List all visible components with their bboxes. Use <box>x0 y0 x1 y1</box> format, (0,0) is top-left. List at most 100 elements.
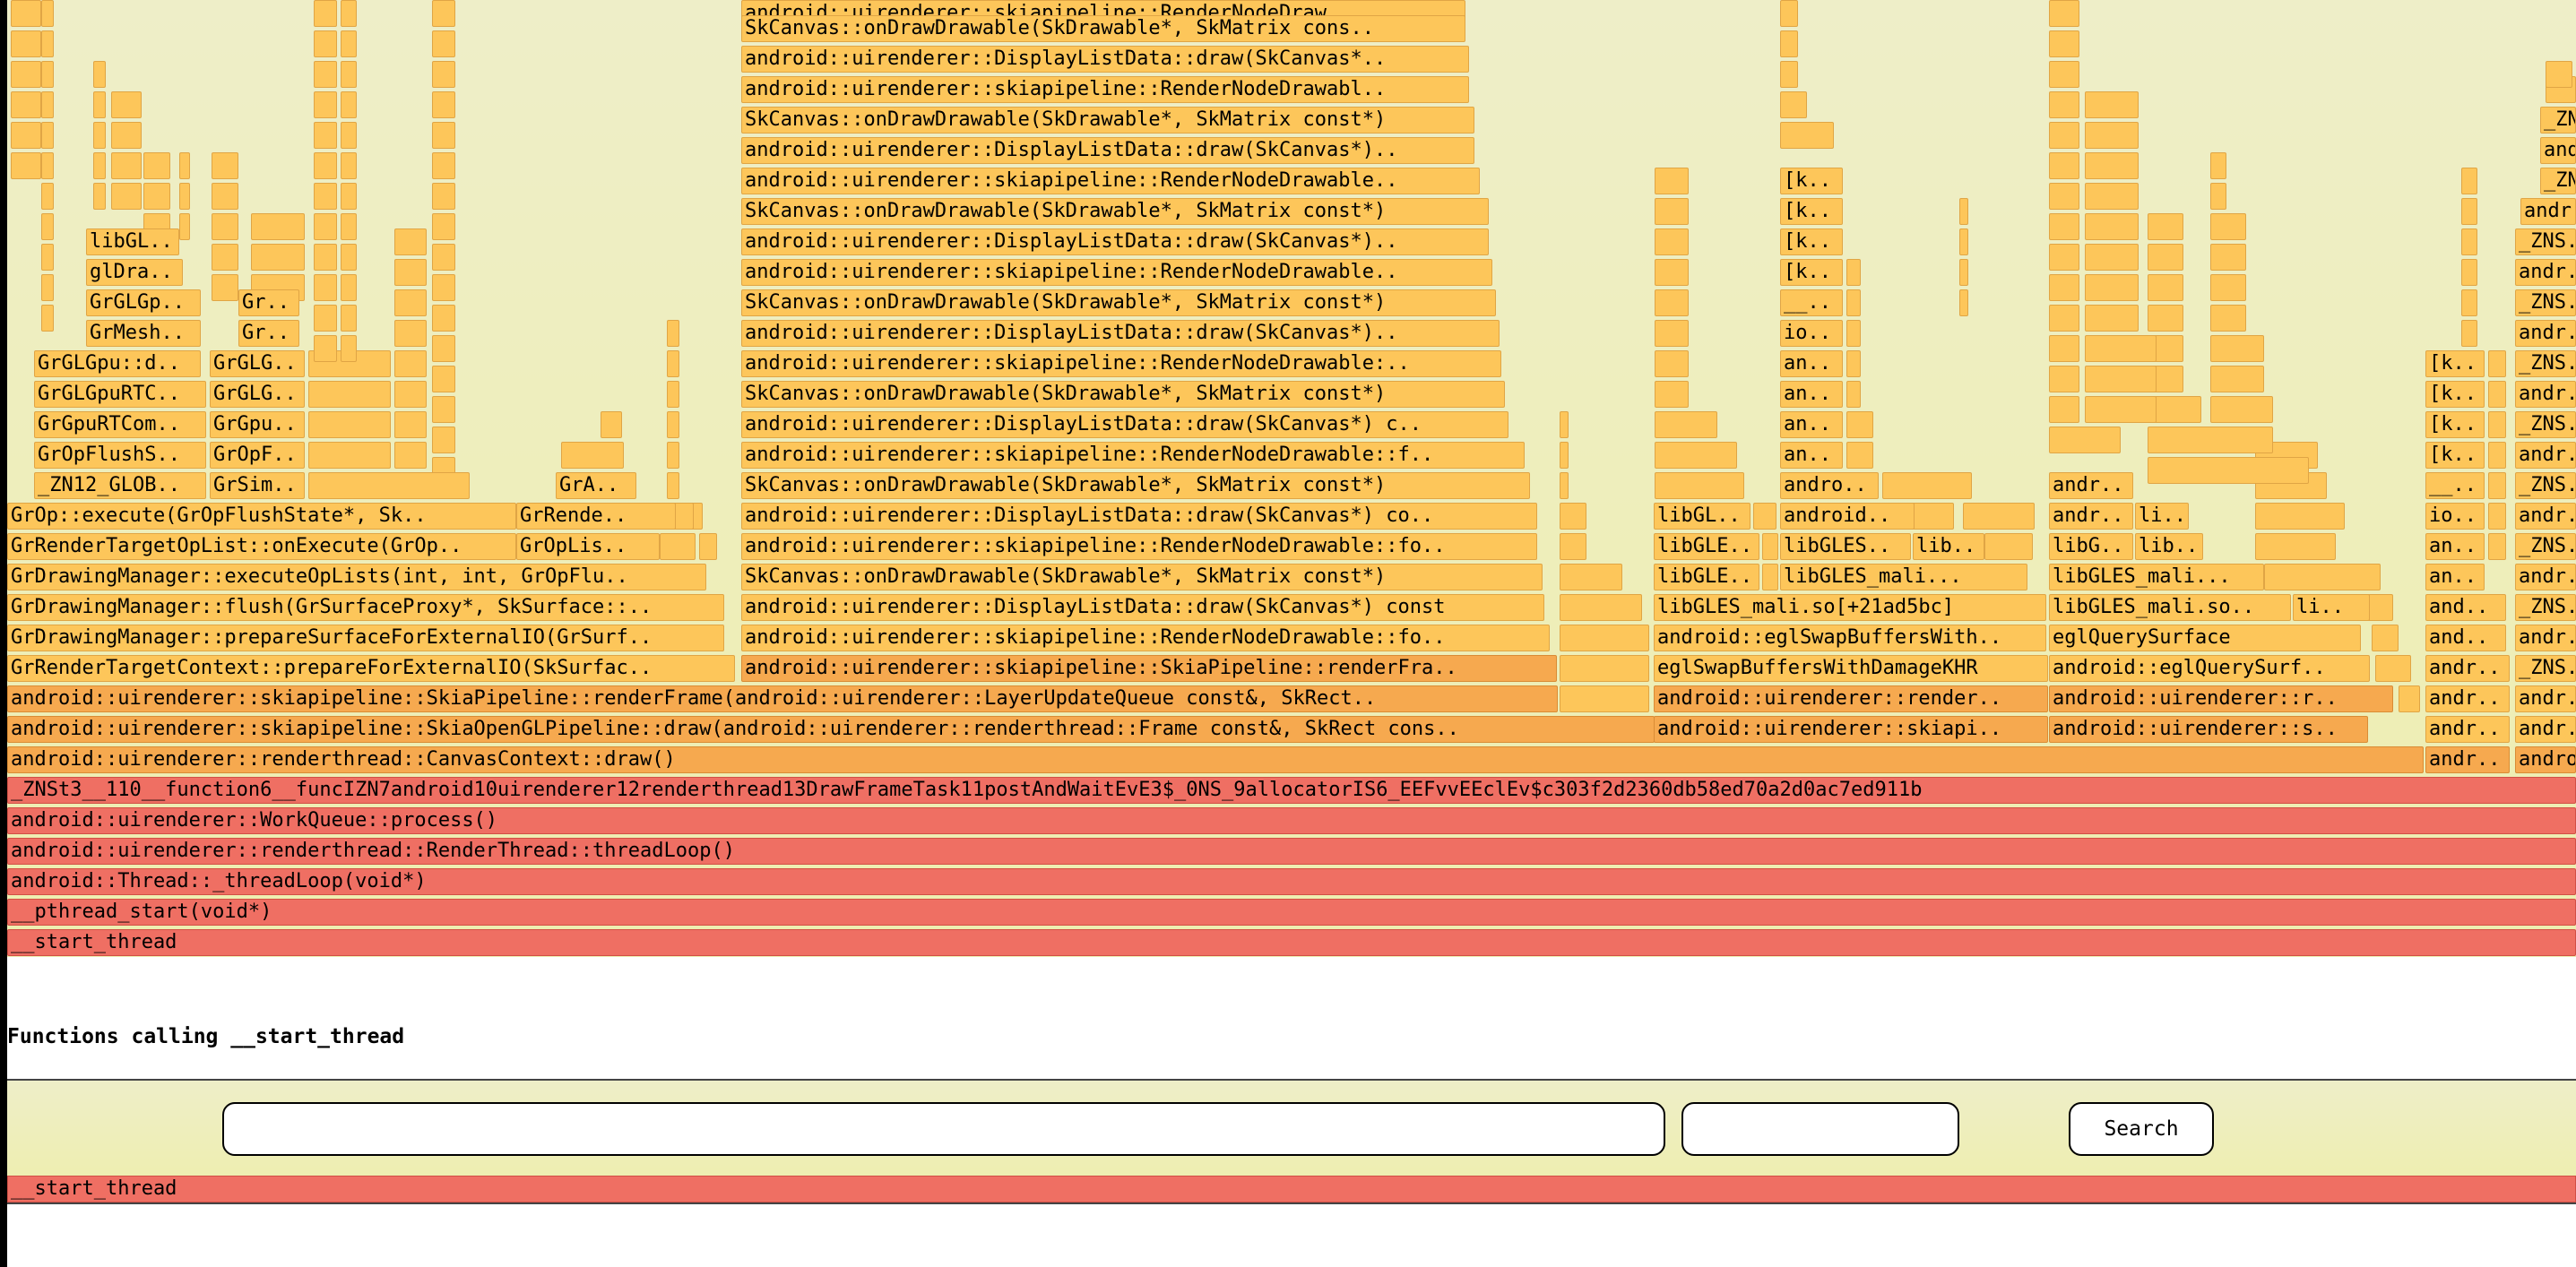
flame-frame[interactable]: andr.. <box>2425 685 2510 712</box>
flame-frame[interactable]: andr.. <box>2515 503 2576 530</box>
flame-frame[interactable]: [k.. <box>1780 228 1843 255</box>
flame-frame[interactable]: li.. <box>2135 503 2189 530</box>
flame-frame[interactable] <box>432 396 455 423</box>
flame-frame[interactable]: Gr.. <box>238 289 299 316</box>
flame-frame[interactable]: andr.. <box>2049 472 2133 499</box>
flame-frame[interactable]: android::uirenderer::skiapipeline::Rende… <box>741 168 1480 194</box>
flame-frame[interactable]: an.. <box>1780 442 1843 469</box>
flame-frame[interactable] <box>1560 503 1586 530</box>
flame-frame[interactable] <box>432 335 455 362</box>
flame-frame[interactable]: android::eglQuerySurf.. <box>2049 655 2370 682</box>
flame-frame[interactable] <box>93 91 106 118</box>
flame-frame[interactable]: _ZN.. <box>2540 107 2576 134</box>
flame-frame[interactable] <box>314 0 337 27</box>
flame-frame[interactable] <box>212 274 238 301</box>
flame-frame[interactable]: _ZNS.. <box>2515 594 2576 621</box>
flame-frame[interactable] <box>1959 198 1968 225</box>
flame-frame[interactable] <box>1846 411 1873 438</box>
flame-frame[interactable] <box>2210 183 2226 210</box>
flame-frame[interactable]: glDra.. <box>86 259 183 286</box>
flame-frame[interactable] <box>1846 259 1861 286</box>
flame-frame[interactable] <box>432 122 455 149</box>
flame-frame[interactable] <box>1560 625 1649 651</box>
flame-frame[interactable] <box>41 30 54 57</box>
flame-frame[interactable] <box>2085 122 2139 149</box>
flame-frame[interactable]: SkCanvas::onDrawDrawable(SkDrawable*, Sk… <box>741 289 1496 316</box>
flame-frame[interactable] <box>11 152 41 179</box>
flame-frame[interactable]: [k.. <box>2425 411 2485 438</box>
flame-frame[interactable]: and.. <box>2540 137 2576 164</box>
flame-frame[interactable] <box>2085 366 2157 392</box>
flame-frame[interactable] <box>2148 274 2183 301</box>
flame-frame[interactable]: __.. <box>2425 472 2485 499</box>
flame-frame[interactable] <box>2085 213 2139 240</box>
flame-frame[interactable] <box>432 152 455 179</box>
flame-frame[interactable] <box>41 152 54 179</box>
flame-frame[interactable] <box>93 152 106 179</box>
flame-frame[interactable] <box>314 213 337 240</box>
flame-frame[interactable] <box>1560 594 1642 621</box>
flame-frame[interactable] <box>111 91 142 118</box>
flame-frame[interactable] <box>1846 442 1873 469</box>
flame-frame[interactable] <box>314 91 337 118</box>
flame-frame[interactable] <box>179 213 190 240</box>
flame-frame[interactable] <box>2461 320 2477 347</box>
flame-frame[interactable]: GrGLGpu::d.. <box>34 350 201 377</box>
flame-frame[interactable] <box>1762 564 1778 590</box>
flame-frame[interactable]: android::uirenderer::skiapipeline::Rende… <box>741 533 1537 560</box>
flame-frame[interactable]: [k.. <box>2425 381 2485 408</box>
flame-frame[interactable]: SkCanvas::onDrawDrawable(SkDrawable*, Sk… <box>741 472 1530 499</box>
flame-frame[interactable] <box>1762 533 1778 560</box>
flame-frame[interactable] <box>2255 533 2336 560</box>
selected-frame-bar[interactable]: __start_thread <box>7 1176 2576 1202</box>
flame-frame[interactable]: andr.. <box>2049 503 2133 530</box>
flame-frame[interactable] <box>341 183 357 210</box>
flame-frame[interactable] <box>111 152 142 179</box>
flame-frame[interactable] <box>432 61 455 88</box>
flame-frame[interactable] <box>1560 411 1569 438</box>
flame-frame[interactable] <box>2210 335 2264 362</box>
flame-frame[interactable]: GrRenderTargetContext::prepareForExterna… <box>7 655 735 682</box>
flame-frame[interactable] <box>2210 396 2273 423</box>
flame-frame[interactable]: android::uirenderer::DisplayListData::dr… <box>741 46 1469 73</box>
flame-frame[interactable]: android::uirenderer::r.. <box>2049 685 2393 712</box>
flame-frame[interactable]: _ZNS.. <box>2515 472 2576 499</box>
flame-frame[interactable] <box>561 442 624 469</box>
flame-frame[interactable] <box>2255 503 2345 530</box>
flame-frame[interactable] <box>2049 213 2079 240</box>
flame-frame[interactable] <box>1780 30 1798 57</box>
flame-frame[interactable] <box>667 411 679 438</box>
flame-frame[interactable] <box>2264 564 2381 590</box>
flame-frame[interactable]: an.. <box>2425 533 2485 560</box>
flame-frame[interactable]: Gr.. <box>238 320 299 347</box>
flame-frame[interactable]: android::uirenderer::DisplayListData::dr… <box>741 228 1489 255</box>
flame-frame[interactable]: _ZNS.. <box>2515 655 2576 682</box>
flame-frame[interactable] <box>341 30 357 57</box>
flame-frame[interactable] <box>2488 381 2506 408</box>
flame-frame[interactable] <box>11 122 41 149</box>
flame-frame[interactable] <box>2210 274 2246 301</box>
flame-frame[interactable]: andr.. <box>2515 625 2576 651</box>
flame-frame[interactable]: andr.. <box>2515 716 2576 743</box>
flame-frame[interactable]: android::uirenderer::render.. <box>1654 685 2048 712</box>
flame-frame[interactable] <box>2488 503 2506 530</box>
flame-frame[interactable] <box>1959 259 1968 286</box>
flame-frame[interactable] <box>432 0 455 27</box>
flame-frame[interactable]: _ZNS.. <box>2515 533 2576 560</box>
flame-frame[interactable]: android::eglSwapBuffersWith.. <box>1654 625 2046 651</box>
flame-frame[interactable] <box>308 411 391 438</box>
flame-frame[interactable] <box>2461 198 2477 225</box>
flame-frame[interactable]: _ZNS.. <box>2515 289 2576 316</box>
flame-frame[interactable] <box>308 442 391 469</box>
flame-frame[interactable]: android::uirenderer::skiapi.. <box>1654 716 2048 743</box>
flame-frame[interactable]: android::uirenderer::skiapipeline::Rende… <box>741 76 1469 103</box>
flame-frame[interactable] <box>432 274 455 301</box>
flame-frame[interactable]: GrOpFlushS.. <box>34 442 206 469</box>
flame-frame[interactable]: andro.. <box>2515 746 2576 773</box>
flame-frame[interactable] <box>341 61 357 88</box>
flame-frame[interactable] <box>314 183 337 210</box>
flame-frame[interactable] <box>251 213 305 240</box>
flame-frame[interactable]: GrOpLis.. <box>516 533 660 560</box>
flame-frame[interactable] <box>341 152 357 179</box>
flame-frame[interactable] <box>2049 244 2079 271</box>
